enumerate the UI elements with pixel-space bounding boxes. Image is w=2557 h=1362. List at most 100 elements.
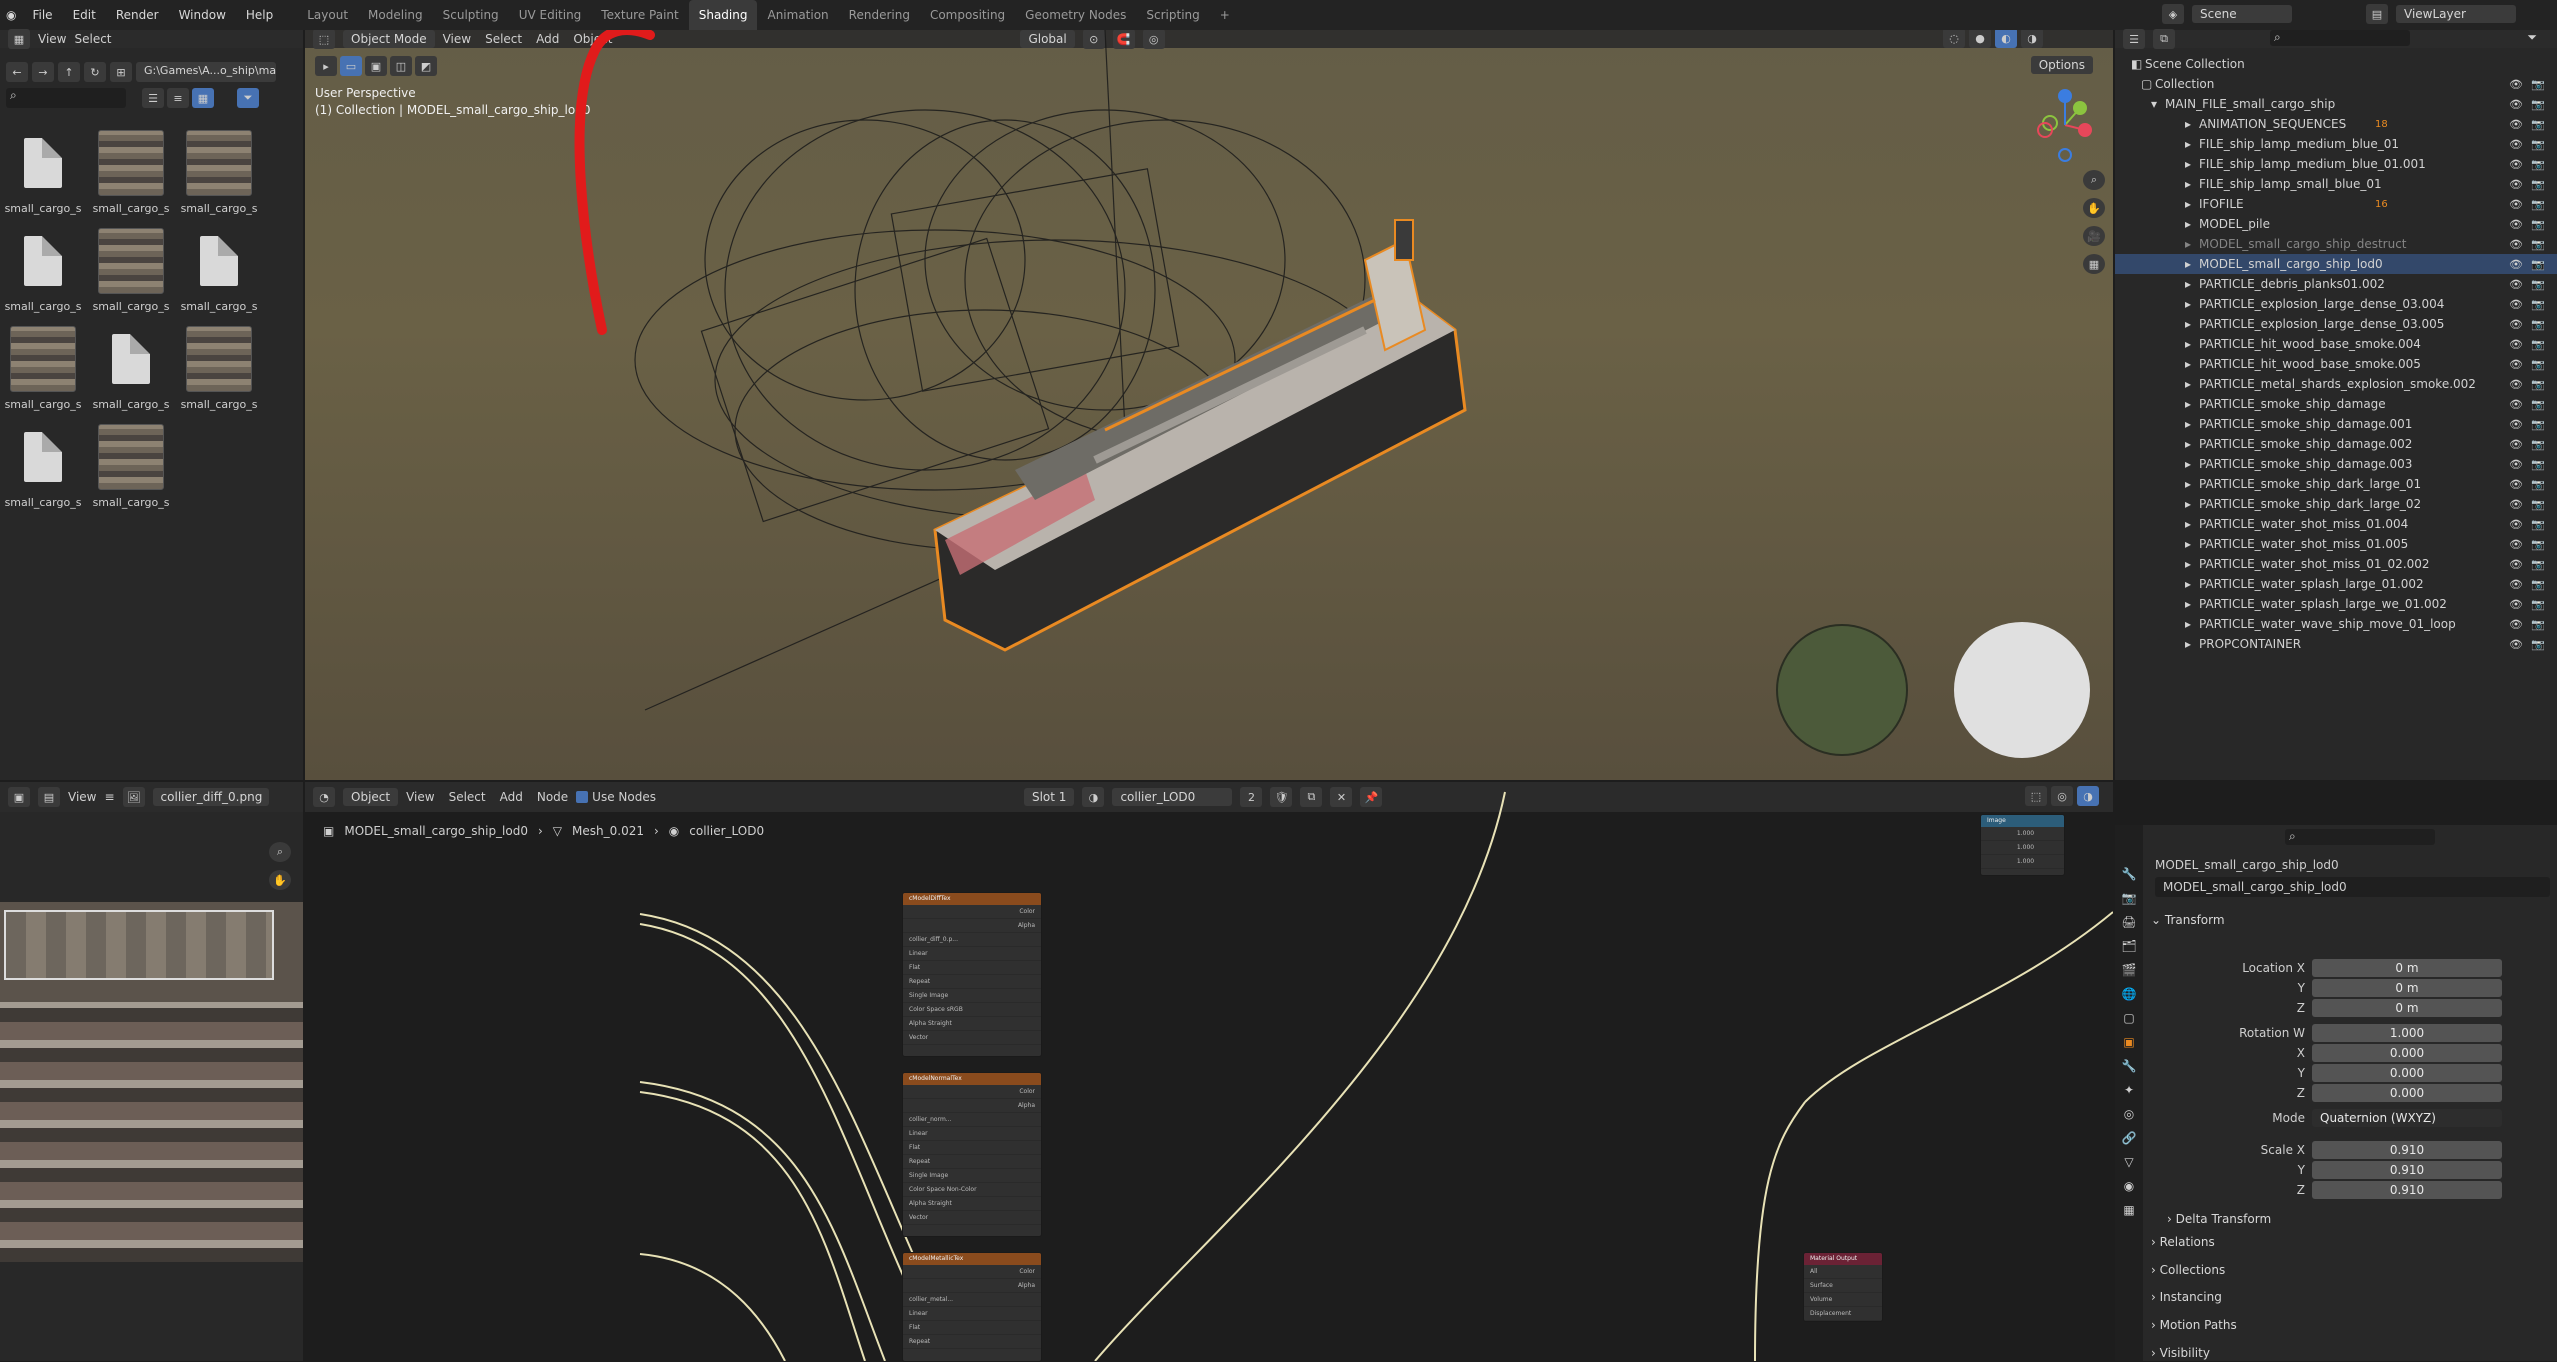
object-tab-icon[interactable]: ▣: [2123, 1035, 2134, 1049]
list-horizontal-icon[interactable]: ≡: [167, 88, 189, 108]
visibility-eye-icon[interactable]: 👁: [2509, 638, 2523, 651]
outliner-item[interactable]: ▸ PARTICLE_smoke_ship_damage.002 👁 📷: [2115, 434, 2557, 454]
visibility-eye-icon[interactable]: 👁: [2509, 598, 2523, 611]
image-browse-icon[interactable]: 🖼: [122, 787, 145, 807]
visibility-eye-icon[interactable]: 👁: [2509, 278, 2523, 291]
menu-file[interactable]: File: [22, 8, 62, 22]
node-socket-row[interactable]: Repeat: [903, 975, 1041, 989]
file-item[interactable]: small_cargo_s: [92, 130, 170, 215]
render-camera-icon[interactable]: 📷: [2531, 278, 2545, 291]
node-socket-row[interactable]: Alpha Straight: [903, 1017, 1041, 1031]
ie-view-menu[interactable]: View: [68, 790, 96, 804]
rotation-w-field[interactable]: 1.000: [2312, 1024, 2502, 1042]
visibility-eye-icon[interactable]: 👁: [2509, 338, 2523, 351]
render-camera-icon[interactable]: 📷: [2531, 498, 2545, 511]
constraints-tab-icon[interactable]: 🔗: [2122, 1131, 2137, 1145]
texture-tab-icon[interactable]: ▦: [2123, 1203, 2134, 1217]
view-layer-tab-icon[interactable]: 🗂: [2121, 939, 2136, 953]
scene-name[interactable]: Scene: [2192, 5, 2292, 23]
file-item[interactable]: small_cargo_s: [92, 228, 170, 313]
render-camera-icon[interactable]: 📷: [2531, 198, 2545, 211]
file-item[interactable]: small_cargo_s: [4, 424, 82, 509]
fb-view-menu[interactable]: View: [38, 32, 66, 46]
world-tab-icon[interactable]: 🌐: [2122, 987, 2137, 1001]
visibility-eye-icon[interactable]: 👁: [2509, 98, 2523, 111]
node-socket-row[interactable]: Linear: [903, 947, 1041, 961]
visibility-eye-icon[interactable]: 👁: [2509, 398, 2523, 411]
image-name-field[interactable]: collier_diff_0.png: [152, 788, 269, 806]
image-editor-icon[interactable]: ▣: [8, 787, 30, 807]
solid-shading-icon[interactable]: ●: [1969, 30, 1991, 48]
file-item[interactable]: small_cargo_s: [4, 130, 82, 215]
outliner-item[interactable]: ▸ PARTICLE_explosion_large_dense_03.005 👁 📷: [2115, 314, 2557, 334]
outliner-item[interactable]: ▸ PARTICLE_smoke_ship_damage 👁 📷: [2115, 394, 2557, 414]
node-socket-row[interactable]: Vector: [903, 1211, 1041, 1225]
new-folder-icon[interactable]: ⊞: [110, 62, 132, 82]
forward-icon[interactable]: →: [32, 62, 54, 82]
outliner-item[interactable]: ▸ PARTICLE_debris_planks01.002 👁 📷: [2115, 274, 2557, 294]
outliner-item[interactable]: ▸ PARTICLE_water_splash_large_we_01.002 👁 📷: [2115, 594, 2557, 614]
texture-preview[interactable]: [0, 902, 303, 1262]
render-camera-icon[interactable]: 📷: [2531, 158, 2545, 171]
workspace-tab-uv-editing[interactable]: UV Editing: [509, 0, 592, 30]
outliner-item[interactable]: ▸ FILE_ship_lamp_medium_blue_01.001 👁 📷: [2115, 154, 2557, 174]
render-camera-icon[interactable]: 📷: [2531, 398, 2545, 411]
image-mode-icon[interactable]: ▤: [38, 787, 60, 807]
node-socket-row[interactable]: Single Image: [903, 1169, 1041, 1183]
thumbnails-icon[interactable]: ▦: [192, 88, 214, 108]
workspace-tab-modeling[interactable]: Modeling: [358, 0, 433, 30]
rotation-z-field[interactable]: 0.000: [2312, 1084, 2502, 1102]
visibility-eye-icon[interactable]: 👁: [2509, 618, 2523, 631]
outliner-item[interactable]: ▸ PARTICLE_smoke_ship_dark_large_01 👁 📷: [2115, 474, 2557, 494]
data-tab-icon[interactable]: ▽: [2124, 1155, 2133, 1169]
file-item[interactable]: small_cargo_s: [92, 326, 170, 411]
node-socket-row[interactable]: collier_metal...: [903, 1293, 1041, 1307]
image-texture-node[interactable]: cModelDiffTex Color Alpha collier_diff_0.p.…: [902, 892, 1042, 1057]
visibility-eye-icon[interactable]: 👁: [2509, 478, 2523, 491]
modifier-tab-icon[interactable]: 🔧: [2122, 1059, 2137, 1073]
render-camera-icon[interactable]: 📷: [2531, 258, 2545, 271]
scale-x-field[interactable]: 0.910: [2312, 1141, 2502, 1159]
node-socket-row[interactable]: collier_diff_0.p...: [903, 933, 1041, 947]
3d-viewport[interactable]: ⬚ Object Mode View Select Add Object Global…: [305, 30, 2113, 780]
render-camera-icon[interactable]: 📷: [2531, 318, 2545, 331]
outliner-item[interactable]: ▸ PARTICLE_smoke_ship_damage.003 👁 📷: [2115, 454, 2557, 474]
output-socket-row[interactable]: Displacement: [1804, 1307, 1882, 1321]
workspace-tab-sculpting[interactable]: Sculpting: [433, 0, 509, 30]
node-socket-row[interactable]: Alpha: [903, 919, 1041, 933]
physics-tab-icon[interactable]: ◎: [2124, 1107, 2134, 1121]
wireframe-shading-icon[interactable]: ◌: [1943, 30, 1965, 48]
outliner-item[interactable]: ▸ PARTICLE_water_shot_miss_01_02.002 👁 📷: [2115, 554, 2557, 574]
visibility-eye-icon[interactable]: 👁: [2509, 138, 2523, 151]
outliner-item[interactable]: ▸ PARTICLE_water_wave_ship_move_01_loop 👁 📷: [2115, 614, 2557, 634]
node-view-icon[interactable]: ⬚: [2025, 786, 2047, 806]
material-shading-icon[interactable]: ◐: [1995, 30, 2017, 48]
node-socket-row[interactable]: Color: [903, 905, 1041, 919]
node-socket-row[interactable]: collier_norm...: [903, 1113, 1041, 1127]
properties-search-input[interactable]: ⌕: [2285, 829, 2435, 845]
visibility-eye-icon[interactable]: 👁: [2509, 578, 2523, 591]
outliner-search-input[interactable]: ⌕: [2270, 30, 2410, 46]
render-camera-icon[interactable]: 📷: [2531, 218, 2545, 231]
panel-collections[interactable]: › Collections: [2151, 1263, 2225, 1277]
visibility-eye-icon[interactable]: 👁: [2509, 198, 2523, 211]
visibility-eye-icon[interactable]: 👁: [2509, 498, 2523, 511]
render-camera-icon[interactable]: 📷: [2531, 138, 2545, 151]
ortho-grid-icon[interactable]: ▦: [2083, 254, 2105, 274]
visibility-eye-icon[interactable]: 👁: [2509, 378, 2523, 391]
workspace-tab-layout[interactable]: Layout: [297, 0, 358, 30]
rotation-mode-dropdown[interactable]: Quaternion (WXYZ): [2312, 1109, 2502, 1127]
node-socket-row[interactable]: Alpha: [903, 1279, 1041, 1293]
add-workspace-button[interactable]: +: [1210, 0, 1240, 30]
visibility-eye-icon[interactable]: 👁: [2509, 438, 2523, 451]
ie-zoom-icon[interactable]: ⌕: [269, 842, 291, 862]
tool-tab-icon[interactable]: 🔧: [2122, 867, 2137, 881]
render-camera-icon[interactable]: 📷: [2531, 478, 2545, 491]
outliner-filter-icon[interactable]: ⏷: [2527, 30, 2537, 45]
outliner-item[interactable]: ▸ PARTICLE_explosion_large_dense_03.004 👁 📷: [2115, 294, 2557, 314]
outliner-item[interactable]: ▸ PARTICLE_water_shot_miss_01.005 👁 📷: [2115, 534, 2557, 554]
visibility-eye-icon[interactable]: 👁: [2509, 178, 2523, 191]
image-node-value[interactable]: 1.000: [1981, 827, 2064, 841]
visibility-eye-icon[interactable]: 👁: [2509, 158, 2523, 171]
particles-tab-icon[interactable]: ✦: [2124, 1083, 2134, 1097]
